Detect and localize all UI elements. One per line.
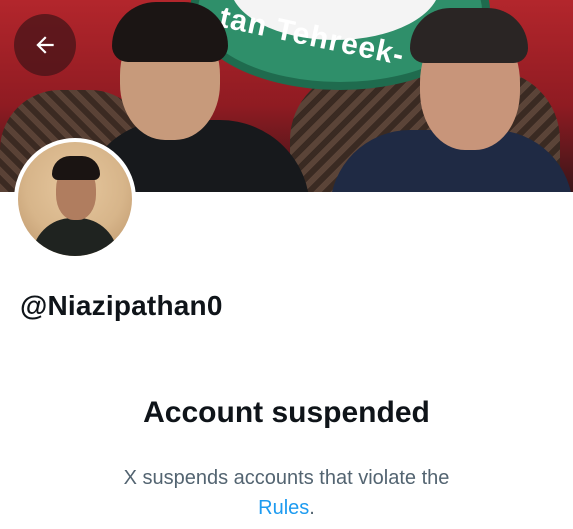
rules-link[interactable]: Rules xyxy=(258,497,309,519)
banner-person-right-hair xyxy=(410,8,528,63)
arrow-left-icon xyxy=(36,36,54,54)
profile-handle: @Niazipathan0 xyxy=(20,290,223,321)
banner-person-left-hair xyxy=(112,2,228,62)
suspension-title: Account suspended xyxy=(143,396,430,429)
avatar-shirt xyxy=(32,218,118,256)
avatar[interactable] xyxy=(14,138,136,260)
suspension-message-suffix: . xyxy=(309,497,315,519)
back-button[interactable] xyxy=(14,14,76,76)
suspension-message-text: X suspends accounts that violate the xyxy=(123,467,450,489)
suspension-message: X suspends accounts that violate the Rul… xyxy=(40,463,533,523)
avatar-hair xyxy=(52,156,100,180)
